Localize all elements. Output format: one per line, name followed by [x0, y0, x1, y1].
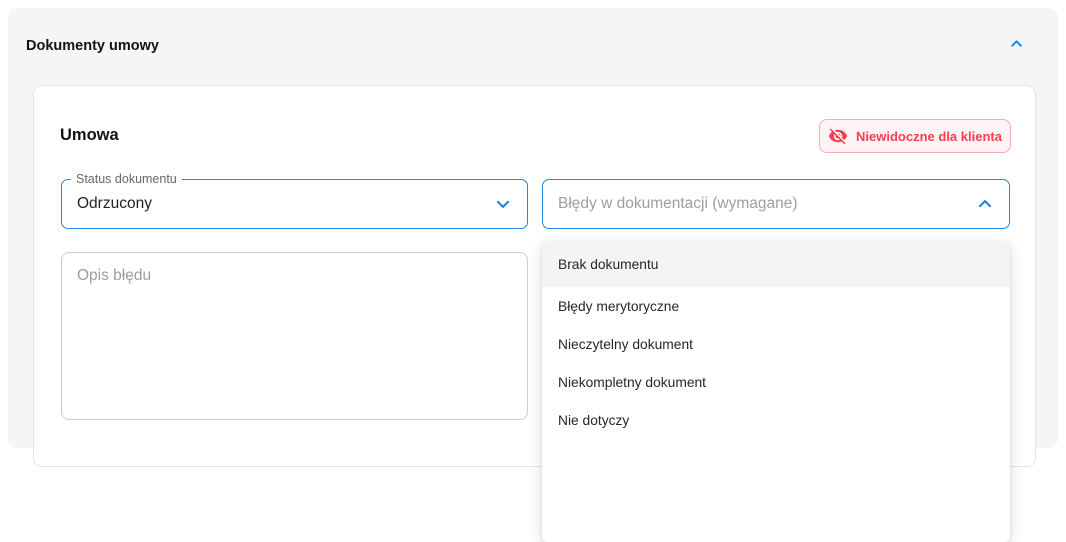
- status-select-label: Status dokumentu: [71, 171, 182, 187]
- errors-dropdown-menu: Brak dokumentu Błędy merytoryczne Nieczy…: [542, 242, 1010, 542]
- chevron-up-icon: [975, 194, 995, 214]
- collapse-button[interactable]: [998, 28, 1034, 64]
- chevron-up-icon: [1008, 35, 1025, 57]
- badge-label: Niewidoczne dla klienta: [856, 128, 1002, 144]
- dropdown-option-nieczytelny-dokument[interactable]: Nieczytelny dokument: [542, 325, 1010, 363]
- dropdown-option-niekompletny-dokument[interactable]: Niekompletny dokument: [542, 363, 1010, 401]
- contract-documents-panel: Dokumenty umowy Umowa Niewidoczne dla kl…: [8, 8, 1058, 542]
- panel-title: Dokumenty umowy: [26, 38, 159, 54]
- eye-slash-icon: [828, 126, 848, 146]
- umowa-card: Umowa Niewidoczne dla klienta Status dok…: [33, 85, 1036, 542]
- documentation-errors-select[interactable]: Błędy w dokumentacji (wymagane): [542, 179, 1010, 229]
- document-status-select[interactable]: Status dokumentu Odrzucony: [61, 171, 528, 229]
- dropdown-option-bledy-merytoryczne[interactable]: Błędy merytoryczne: [542, 287, 1010, 325]
- chevron-down-icon: [493, 194, 513, 214]
- status-select-value: Odrzucony: [77, 195, 152, 212]
- error-description-input[interactable]: [61, 252, 528, 420]
- dropdown-option-brak-dokumentu[interactable]: Brak dokumentu: [542, 242, 1010, 287]
- hidden-from-client-badge[interactable]: Niewidoczne dla klienta: [819, 119, 1011, 153]
- errors-select-placeholder: Błędy w dokumentacji (wymagane): [558, 195, 798, 212]
- dropdown-option-nie-dotyczy[interactable]: Nie dotyczy: [542, 401, 1010, 439]
- accordion-header: Dokumenty umowy: [8, 8, 1058, 80]
- card-title: Umowa: [60, 126, 119, 144]
